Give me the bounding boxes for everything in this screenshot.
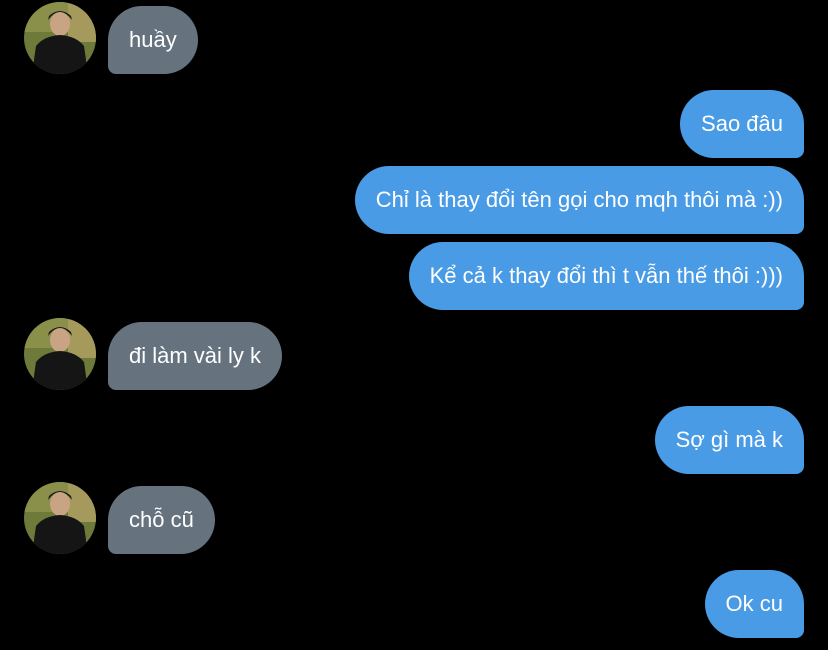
avatar-photo xyxy=(24,482,96,554)
message-bubble-outgoing[interactable]: Sợ gì mà k xyxy=(654,406,804,474)
message-bubble-outgoing[interactable]: Kể cả k thay đổi thì t vẫn thế thôi :))) xyxy=(408,242,804,310)
contact-avatar[interactable] xyxy=(24,318,96,390)
message-bubble-outgoing[interactable]: Ok cu xyxy=(704,570,804,638)
message-bubble-incoming[interactable]: huầy xyxy=(108,6,198,74)
message-bubble-outgoing[interactable]: Sao đâu xyxy=(680,90,804,158)
message-bubble-incoming[interactable]: chỗ cũ xyxy=(108,486,215,554)
contact-avatar[interactable] xyxy=(24,482,96,554)
contact-avatar[interactable] xyxy=(24,2,96,74)
message-bubble-incoming[interactable]: đi làm vài ly k xyxy=(108,322,283,390)
avatar-photo xyxy=(24,318,96,390)
message-bubble-outgoing[interactable]: Chỉ là thay đổi tên gọi cho mqh thôi mà … xyxy=(354,166,804,234)
chat-thread: huầy Sao đâu Chỉ là thay đổi tên gọi cho… xyxy=(0,0,828,650)
avatar-photo xyxy=(24,2,96,74)
